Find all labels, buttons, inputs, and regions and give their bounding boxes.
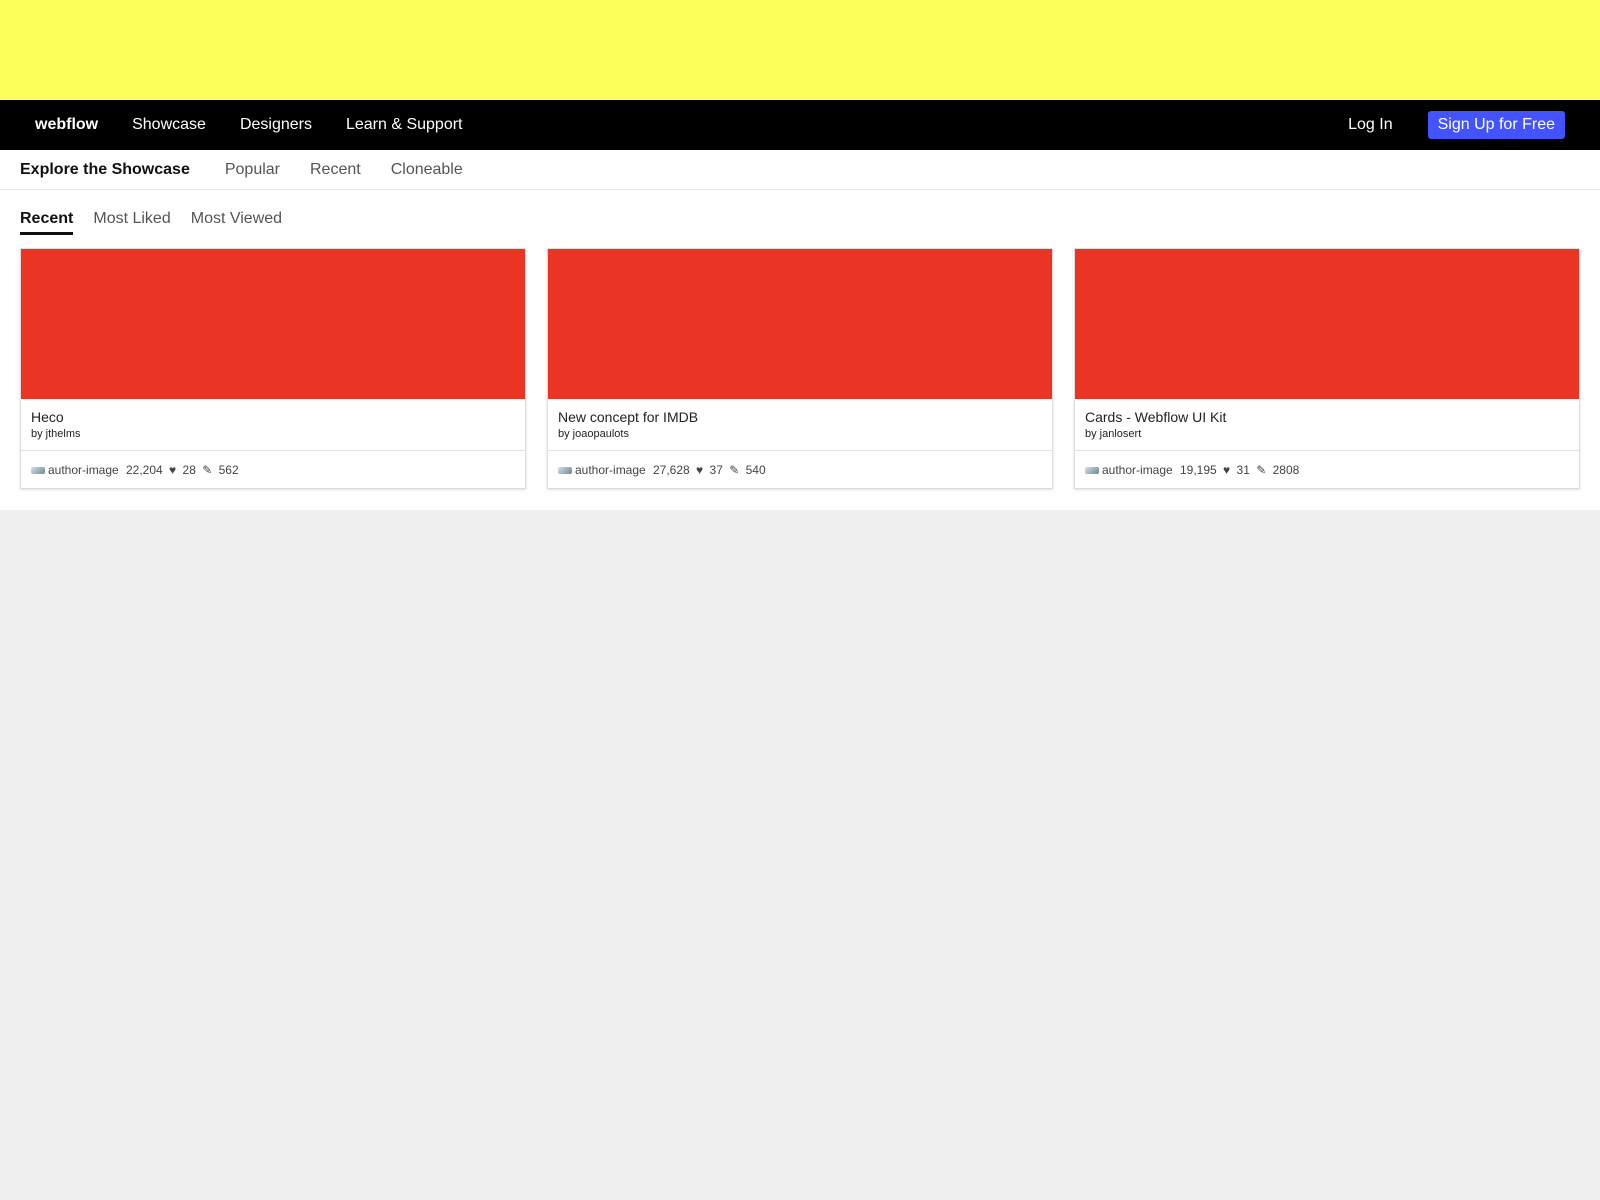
nav-link-learn-support[interactable]: Learn & Support xyxy=(346,116,463,134)
signup-button[interactable]: Sign Up for Free xyxy=(1427,111,1565,139)
card-footer: author-image 22,204 ♥ 28 ✎ 562 xyxy=(21,451,525,488)
heart-icon: ♥ xyxy=(696,462,704,477)
broken-image-icon xyxy=(31,465,47,475)
author-image-alt: author-image xyxy=(575,462,645,477)
card-title[interactable]: Cards - Webflow UI Kit xyxy=(1085,409,1569,426)
card-author[interactable]: by joaopaulots xyxy=(558,428,1042,440)
like-count: 28 xyxy=(182,462,196,477)
author-avatar[interactable]: author-image xyxy=(558,463,645,477)
showcase-subnav: Explore the Showcase Popular Recent Clon… xyxy=(0,150,1600,190)
tab-most-liked[interactable]: Most Liked xyxy=(93,210,170,232)
nav-link-designers[interactable]: Designers xyxy=(240,116,312,134)
author-image-alt: author-image xyxy=(1102,462,1172,477)
like-count: 37 xyxy=(709,462,723,477)
card-author[interactable]: by janlosert xyxy=(1085,428,1569,440)
author-avatar[interactable]: author-image xyxy=(1085,463,1172,477)
pencil-icon: ✎ xyxy=(1256,462,1267,477)
heart-icon: ♥ xyxy=(1223,462,1231,477)
nav-right: Log In Sign Up for Free xyxy=(1348,111,1600,139)
showcase-content: Explore the Showcase Popular Recent Clon… xyxy=(0,150,1600,510)
sort-tabs: Recent Most Liked Most Viewed xyxy=(0,190,1600,248)
showcase-card[interactable]: Cards - Webflow UI Kit by janlosert auth… xyxy=(1074,248,1580,489)
card-stats: 27,628 ♥ 37 ✎ 540 xyxy=(653,463,769,477)
subnav-title[interactable]: Explore the Showcase xyxy=(20,161,190,179)
card-thumbnail[interactable] xyxy=(548,249,1052,399)
subnav-link-cloneable[interactable]: Cloneable xyxy=(391,161,463,179)
card-body: Cards - Webflow UI Kit by janlosert xyxy=(1075,399,1579,451)
subnav-link-popular[interactable]: Popular xyxy=(225,161,280,179)
login-link[interactable]: Log In xyxy=(1348,116,1392,134)
showcase-card[interactable]: Heco by jthelms author-image 22,204 ♥ 28… xyxy=(20,248,526,489)
author-avatar[interactable]: author-image xyxy=(31,463,118,477)
showcase-card[interactable]: New concept for IMDB by joaopaulots auth… xyxy=(547,248,1053,489)
card-footer: author-image 27,628 ♥ 37 ✎ 540 xyxy=(548,451,1052,488)
clone-count: 540 xyxy=(745,462,766,477)
top-banner xyxy=(0,0,1600,100)
card-author[interactable]: by jthelms xyxy=(31,428,515,440)
card-body: Heco by jthelms xyxy=(21,399,525,451)
pencil-icon: ✎ xyxy=(729,462,740,477)
author-image-alt: author-image xyxy=(48,462,118,477)
card-stats: 19,195 ♥ 31 ✎ 2808 xyxy=(1180,463,1302,477)
webflow-logo[interactable]: webflow xyxy=(35,116,98,134)
card-grid: Heco by jthelms author-image 22,204 ♥ 28… xyxy=(0,248,1600,489)
tab-recent[interactable]: Recent xyxy=(20,210,74,235)
main-nav: webflow Showcase Designers Learn & Suppo… xyxy=(0,100,1600,150)
card-footer: author-image 19,195 ♥ 31 ✎ 2808 xyxy=(1075,451,1579,488)
card-title[interactable]: Heco xyxy=(31,409,515,426)
view-count: 22,204 xyxy=(126,462,163,477)
heart-icon: ♥ xyxy=(169,462,177,477)
nav-link-showcase[interactable]: Showcase xyxy=(132,116,206,134)
clone-count: 562 xyxy=(218,462,239,477)
tab-most-viewed[interactable]: Most Viewed xyxy=(191,210,282,232)
card-body: New concept for IMDB by joaopaulots xyxy=(548,399,1052,451)
view-count: 19,195 xyxy=(1180,462,1217,477)
like-count: 31 xyxy=(1236,462,1250,477)
view-count: 27,628 xyxy=(653,462,690,477)
pencil-icon: ✎ xyxy=(202,462,213,477)
card-stats: 22,204 ♥ 28 ✎ 562 xyxy=(126,463,242,477)
card-thumbnail[interactable] xyxy=(1075,249,1579,399)
clone-count: 2808 xyxy=(1272,462,1300,477)
nav-left: webflow Showcase Designers Learn & Suppo… xyxy=(0,116,497,134)
subnav-link-recent[interactable]: Recent xyxy=(310,161,361,179)
broken-image-icon xyxy=(558,465,574,475)
card-title[interactable]: New concept for IMDB xyxy=(558,409,1042,426)
broken-image-icon xyxy=(1085,465,1101,475)
card-thumbnail[interactable] xyxy=(21,249,525,399)
